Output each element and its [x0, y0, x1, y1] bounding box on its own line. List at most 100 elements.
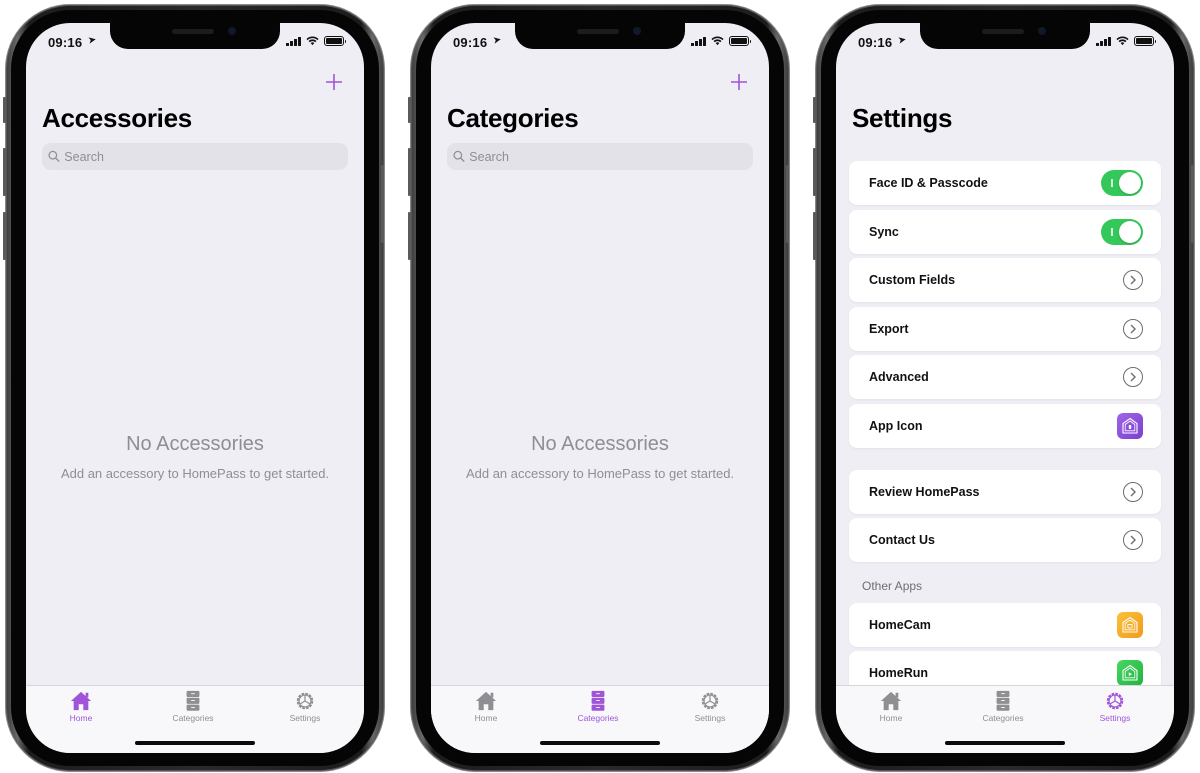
tab-settings[interactable]: Settings — [670, 690, 750, 723]
mute-switch — [408, 97, 411, 123]
cellular-signal-icon — [286, 36, 301, 46]
tab-home[interactable]: Home — [851, 690, 931, 723]
settings-cell-export[interactable]: Export — [849, 306, 1161, 351]
gear-icon — [296, 692, 314, 710]
homepass-app-icon — [1117, 412, 1143, 439]
wifi-icon — [306, 36, 319, 46]
phone-frame-accessories: 09:16 ➤ Accessories No Accessories Add a… — [6, 5, 384, 771]
search-icon — [48, 150, 60, 163]
cabinet-icon — [591, 690, 605, 711]
page-title: Categories — [447, 103, 579, 133]
house-icon — [475, 691, 497, 711]
empty-state-subtitle: Add an accessory to HomePass to get star… — [465, 466, 735, 481]
wifi-icon — [1116, 36, 1129, 46]
mute-switch — [813, 97, 816, 123]
tab-categories-label: Categories — [982, 713, 1024, 723]
notch — [110, 23, 280, 49]
search-bar[interactable] — [447, 143, 753, 170]
search-bar[interactable] — [42, 143, 348, 170]
plus-icon — [731, 74, 747, 90]
screen-categories: 09:16 ➤ Categories No Accessories Add an… — [431, 23, 769, 753]
settings-cell-homecam[interactable]: HomeCam — [849, 602, 1161, 647]
home-indicator[interactable] — [135, 741, 255, 745]
house-icon — [70, 691, 92, 711]
sync-toggle[interactable] — [1101, 218, 1143, 245]
cellular-signal-icon — [1096, 36, 1111, 46]
settings-cell-review[interactable]: Review HomePass — [849, 469, 1161, 514]
section-header-other-apps: Other Apps — [862, 578, 923, 593]
notch — [515, 23, 685, 49]
settings-cell-label: App Icon — [869, 418, 923, 433]
tab-categories[interactable]: Categories — [153, 690, 233, 723]
home-indicator[interactable] — [540, 741, 660, 745]
volume-down-button — [3, 212, 6, 260]
battery-icon — [324, 36, 346, 46]
screen-settings: 09:16 ➤ Settings Face ID & Passcode Sync… — [836, 23, 1174, 753]
settings-cell-sync[interactable]: Sync — [849, 209, 1161, 254]
status-time: 09:16 — [453, 35, 488, 50]
mute-switch — [3, 97, 6, 123]
settings-list: Face ID & Passcode Sync Custom Fields Ex… — [849, 161, 1161, 700]
tab-settings-label: Settings — [694, 713, 726, 723]
empty-state-title: No Accessories — [126, 433, 264, 455]
tab-settings[interactable]: Settings — [265, 690, 345, 723]
phone-frame-categories: 09:16 ➤ Categories No Accessories Add an… — [411, 5, 789, 771]
tab-settings[interactable]: Settings — [1075, 690, 1155, 723]
tab-home[interactable]: Home — [446, 690, 526, 723]
empty-state: No Accessories Add an accessory to HomeP… — [26, 433, 364, 481]
settings-cell-label: Export — [869, 321, 909, 336]
settings-cell-label: Review HomePass — [869, 484, 980, 499]
power-button — [1191, 165, 1194, 243]
wifi-icon — [711, 36, 724, 46]
settings-cell-label: Advanced — [869, 370, 929, 385]
empty-state-subtitle: Add an accessory to HomePass to get star… — [60, 466, 330, 481]
power-button — [381, 165, 384, 243]
volume-up-button — [408, 148, 411, 196]
empty-state: No Accessories Add an accessory to HomeP… — [431, 433, 769, 481]
gear-icon — [1106, 692, 1124, 710]
tab-home-label: Home — [474, 713, 498, 723]
volume-up-button — [3, 148, 6, 196]
location-arrow-icon: ➤ — [87, 34, 98, 47]
settings-cell-label: HomeCam — [869, 617, 931, 632]
phone-frame-settings: 09:16 ➤ Settings Face ID & Passcode Sync… — [816, 5, 1194, 771]
search-input[interactable] — [64, 149, 348, 164]
plus-icon — [326, 74, 342, 90]
settings-cell-contact[interactable]: Contact Us — [849, 518, 1161, 563]
search-input[interactable] — [469, 149, 753, 164]
settings-cell-face-id[interactable]: Face ID & Passcode — [849, 161, 1161, 205]
notch — [920, 23, 1090, 49]
empty-state-title: No Accessories — [531, 433, 669, 455]
cabinet-icon — [996, 690, 1010, 711]
tab-settings-label: Settings — [1099, 713, 1131, 723]
add-category-button[interactable] — [729, 73, 749, 93]
settings-cell-label: Custom Fields — [869, 273, 956, 288]
settings-cell-label: Contact Us — [869, 533, 935, 548]
tab-categories[interactable]: Categories — [963, 690, 1043, 723]
tab-categories-label: Categories — [577, 713, 619, 723]
gear-icon — [701, 692, 719, 710]
tab-categories[interactable]: Categories — [558, 690, 638, 723]
chevron-right-circle-icon — [1123, 530, 1143, 551]
tab-home-label: Home — [879, 713, 903, 723]
settings-cell-custom-fields[interactable]: Custom Fields — [849, 258, 1161, 303]
settings-cell-label: Face ID & Passcode — [869, 176, 988, 190]
power-button — [786, 165, 789, 243]
tab-home[interactable]: Home — [41, 690, 121, 723]
volume-down-button — [408, 212, 411, 260]
home-indicator[interactable] — [945, 741, 1065, 745]
face-id-toggle[interactable] — [1101, 170, 1143, 196]
settings-cell-app-icon[interactable]: App Icon — [849, 403, 1161, 448]
tab-settings-label: Settings — [289, 713, 321, 723]
settings-cell-advanced[interactable]: Advanced — [849, 355, 1161, 400]
battery-icon — [1134, 36, 1156, 46]
cellular-signal-icon — [691, 36, 706, 46]
chevron-right-circle-icon — [1123, 367, 1143, 388]
homecam-app-icon — [1117, 611, 1143, 638]
chevron-right-circle-icon — [1123, 481, 1143, 502]
tab-home-label: Home — [69, 713, 93, 723]
add-accessory-button[interactable] — [324, 73, 344, 93]
page-title: Accessories — [42, 103, 192, 133]
status-time: 09:16 — [48, 35, 83, 50]
chevron-right-circle-icon — [1123, 318, 1143, 339]
